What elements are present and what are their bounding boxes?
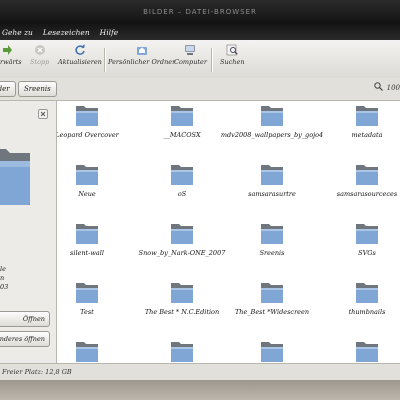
title-bar[interactable]: BILDER – DATEI-BROWSER (0, 0, 400, 24)
location-bar: Bilder Sreenis 100 (0, 78, 400, 101)
folder-name: silent-wall (70, 249, 104, 257)
folder-name: thumbnails (348, 308, 386, 316)
folder-item[interactable]: Snow_by_Nark-ONE_2007 (137, 223, 227, 257)
toolbar: Vorwärts Stopp Aktualisieren Persönliche… (0, 40, 400, 79)
search-icon (226, 44, 239, 56)
desktop-background (0, 380, 400, 400)
computer-icon (184, 44, 196, 56)
folder-item[interactable]: mdv2008_wallpapers_by_gojo4 (221, 105, 323, 139)
reload-button[interactable]: Aktualisieren (58, 44, 102, 66)
folder-item[interactable]: samsarasurtre (227, 164, 317, 198)
home-folder-button[interactable]: Persönlicher Ordner (108, 44, 175, 66)
file-browser-window: BILDER – DATEI-BROWSER Gehe zu Lesezeich… (0, 0, 400, 400)
toolbar-separator (211, 48, 212, 72)
folder-item[interactable]: Sreenis (227, 223, 317, 257)
folder-item[interactable]: Leopard Overcover (57, 105, 132, 139)
toolbar-separator (104, 48, 105, 72)
menu-help[interactable]: Hilfe (100, 28, 119, 37)
folder-name: SVGs (358, 249, 376, 257)
folder-item[interactable]: samsarasourceces (322, 164, 400, 198)
folder-icon (75, 341, 99, 363)
folder-item[interactable]: oS (137, 164, 227, 198)
breadcrumb-sreenis[interactable]: Sreenis (18, 81, 57, 97)
folder-icon (170, 164, 194, 186)
folder-name: Test (80, 308, 94, 316)
folder-icon (75, 282, 99, 304)
folder-icon (260, 341, 284, 363)
folder-item[interactable]: Velvet_by_Dollie909 (227, 341, 317, 363)
folder-icon (355, 223, 379, 245)
folder-icon (170, 223, 194, 245)
folder-icon (75, 223, 99, 245)
folder-name: mdv2008_wallpapers_by_gojo4 (220, 131, 324, 139)
large-folder-icon (0, 149, 30, 209)
menu-bar: Gehe zu Lesezeichen Hilfe (0, 24, 400, 40)
folder-name: Leopard Overcover (57, 131, 119, 139)
folder-icon (170, 105, 194, 127)
folder-item[interactable]: The_Best *Widescreen (227, 282, 317, 316)
folder-icon (75, 164, 99, 186)
folder-icon (355, 341, 379, 363)
sidebar-information-pane: le n 03 Öffnen Anderes öffnen (0, 101, 57, 363)
folder-icon (355, 105, 379, 127)
folder-name: The Best * N.C.Edition (144, 308, 220, 316)
folder-item[interactable]: metadata (322, 105, 400, 139)
zoom-control[interactable]: 100 (373, 82, 400, 93)
breadcrumb-bilder[interactable]: Bilder (0, 81, 16, 97)
folder-icon (75, 105, 99, 127)
stop-icon (34, 44, 46, 56)
folder-item[interactable]: Transparent SVGs (137, 341, 227, 363)
file-grid: Leopard Overcover __MACOSX mdv2008_wallpap… (57, 101, 400, 363)
zoom-level: 100 (386, 83, 400, 92)
menu-bookmarks[interactable]: Lesezeichen (43, 28, 90, 37)
status-text: Freier Platz: 12,8 GB (2, 368, 72, 376)
stop-button[interactable]: Stopp (30, 44, 49, 66)
go-forward-icon (1, 44, 13, 56)
folder-item[interactable]: vista incapable (322, 341, 400, 363)
folder-icon (170, 341, 194, 363)
folder-item[interactable]: __MACOSX (137, 105, 227, 139)
status-bar: Freier Platz: 12,8 GB (0, 363, 400, 380)
close-icon[interactable] (38, 104, 48, 119)
forward-button[interactable]: Vorwärts (0, 44, 22, 66)
folder-item[interactable]: Tiger Flow (57, 341, 132, 363)
folder-icon (355, 164, 379, 186)
folder-icon (260, 282, 284, 304)
folder-name: samsarasourceces (336, 190, 398, 198)
folder-name: samsarasurtre (248, 190, 296, 198)
folder-icon (170, 282, 194, 304)
folder-item[interactable]: SVGs (322, 223, 400, 257)
folder-icon (355, 282, 379, 304)
window-title: BILDER – DATEI-BROWSER (143, 8, 257, 16)
folder-item[interactable]: silent-wall (57, 223, 132, 257)
computer-button[interactable]: Computer (174, 44, 207, 66)
folder-name: Snow_by_Nark-ONE_2007 (138, 249, 226, 257)
folder-name: Neue (78, 190, 96, 198)
search-button[interactable]: Suchen (220, 44, 245, 66)
folder-icon (260, 223, 284, 245)
open-button[interactable]: Öffnen (0, 311, 50, 327)
open-with-button[interactable]: Anderes öffnen (0, 331, 50, 347)
zoom-icon (373, 82, 383, 93)
folder-name: Sreenis (259, 249, 285, 257)
folder-item[interactable]: Neue (57, 164, 132, 198)
folder-item[interactable]: Test (57, 282, 132, 316)
folder-name: __MACOSX (163, 131, 201, 139)
folder-icon (260, 164, 284, 186)
reload-icon (74, 44, 86, 56)
folder-item[interactable]: The Best * N.C.Edition (137, 282, 227, 316)
folder-name: oS (177, 190, 187, 198)
folder-name: metadata (351, 131, 383, 139)
folder-item[interactable]: thumbnails (322, 282, 400, 316)
home-folder-icon (136, 44, 148, 56)
folder-name: The_Best *Widescreen (234, 308, 310, 316)
menu-go[interactable]: Gehe zu (2, 28, 33, 37)
folder-icon (260, 105, 284, 127)
